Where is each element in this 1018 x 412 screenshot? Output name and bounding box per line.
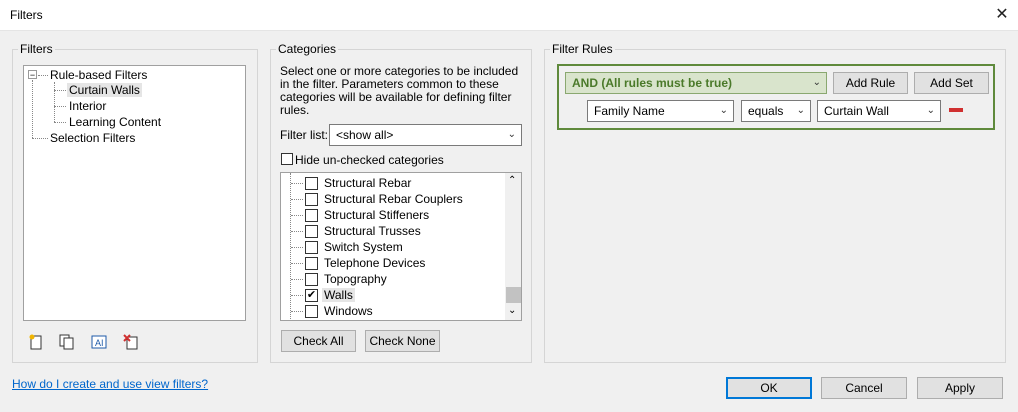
filter-list-select[interactable]: <show all> ⌄ xyxy=(329,124,522,146)
categories-scrollbar[interactable]: ⌃ ⌄ xyxy=(505,173,521,320)
category-item[interactable]: Structural Rebar Couplers xyxy=(281,191,505,207)
add-rule-button[interactable]: Add Rule xyxy=(833,72,908,94)
category-item[interactable]: Topography xyxy=(281,271,505,287)
filter-rules-group-label: Filter Rules xyxy=(550,42,615,56)
category-item[interactable]: ✔ Walls xyxy=(281,287,505,303)
scroll-down-icon[interactable]: ⌄ xyxy=(508,305,516,316)
scroll-up-icon[interactable]: ⌃ xyxy=(508,175,516,186)
rule-value-value: Curtain Wall xyxy=(824,104,889,118)
category-checkbox[interactable] xyxy=(305,257,318,270)
cancel-button[interactable]: Cancel xyxy=(821,377,907,399)
category-label: Telephone Devices xyxy=(324,256,426,270)
tree-item-rule-based-filters[interactable]: Rule-based Filters xyxy=(50,68,147,82)
category-checkbox[interactable] xyxy=(305,177,318,190)
title-bar xyxy=(0,0,1018,31)
categories-group-label: Categories xyxy=(276,42,339,56)
remove-rule-icon[interactable] xyxy=(949,108,963,112)
chevron-down-icon: ⌄ xyxy=(812,77,821,88)
chevron-down-icon: ⌄ xyxy=(719,105,728,116)
operator-select[interactable]: AND (All rules must be true) ⌄ xyxy=(565,72,827,94)
svg-text:AI: AI xyxy=(95,338,104,348)
hide-unchecked-checkbox[interactable] xyxy=(281,153,293,165)
tree-item-curtain-walls[interactable]: Curtain Walls xyxy=(67,83,142,97)
filter-list-value: <show all> xyxy=(336,128,394,142)
tree-item-interior[interactable]: Interior xyxy=(69,99,106,113)
chevron-down-icon: ⌄ xyxy=(926,105,935,116)
category-checkbox[interactable] xyxy=(305,209,318,222)
close-icon[interactable]: ✕ xyxy=(990,4,1014,26)
category-label: Structural Rebar xyxy=(324,176,412,190)
category-item[interactable]: Windows xyxy=(281,303,505,319)
category-label: Structural Rebar Couplers xyxy=(324,192,463,206)
chevron-down-icon: ⌄ xyxy=(796,105,805,116)
tree-expander-icon[interactable]: − xyxy=(28,70,37,80)
operator-value: AND (All rules must be true) xyxy=(572,76,733,90)
category-checkbox[interactable] xyxy=(305,225,318,238)
chevron-down-icon: ⌄ xyxy=(507,129,516,140)
category-label: Topography xyxy=(324,272,387,286)
category-item[interactable]: Telephone Devices xyxy=(281,255,505,271)
ok-button[interactable]: OK xyxy=(726,377,812,399)
category-checkbox[interactable] xyxy=(305,305,318,318)
hide-unchecked-label: Hide un-checked categories xyxy=(295,153,444,167)
categories-description: Select one or more categories to be incl… xyxy=(280,64,519,117)
new-filter-icon[interactable] xyxy=(28,334,44,350)
category-checkbox[interactable] xyxy=(305,241,318,254)
category-checkbox[interactable] xyxy=(305,273,318,286)
delete-filter-icon[interactable] xyxy=(123,334,139,350)
rule-condition-select[interactable]: equals ⌄ xyxy=(741,100,811,122)
category-label: Switch System xyxy=(324,240,403,254)
scroll-thumb[interactable] xyxy=(506,287,521,303)
categories-list[interactable]: Structural Rebar Structural Rebar Coupler… xyxy=(280,172,522,321)
check-none-button[interactable]: Check None xyxy=(365,330,440,352)
category-item[interactable]: Switch System xyxy=(281,239,505,255)
category-item[interactable]: Structural Trusses xyxy=(281,223,505,239)
category-label: Structural Stiffeners xyxy=(324,208,430,222)
category-checkbox[interactable]: ✔ xyxy=(305,289,318,302)
category-label: Walls xyxy=(322,288,355,302)
duplicate-filter-icon[interactable] xyxy=(59,334,75,350)
apply-button[interactable]: Apply xyxy=(917,377,1003,399)
rule-condition-value: equals xyxy=(748,104,784,118)
help-link[interactable]: How do I create and use view filters? xyxy=(12,377,208,391)
rule-value-select[interactable]: Curtain Wall ⌄ xyxy=(817,100,941,122)
filter-list-label: Filter list: xyxy=(280,128,328,142)
tree-item-selection-filters[interactable]: Selection Filters xyxy=(50,131,135,145)
category-label: Structural Trusses xyxy=(324,224,421,238)
rule-parameter-value: Family Name xyxy=(594,104,665,118)
category-item[interactable]: Structural Rebar xyxy=(281,175,505,191)
rename-filter-icon[interactable]: AI xyxy=(91,334,107,350)
filters-group-label: Filters xyxy=(18,42,55,56)
rule-parameter-select[interactable]: Family Name ⌄ xyxy=(587,100,734,122)
filters-tree[interactable]: − Rule-based Filters Curtain Walls Inter… xyxy=(23,65,246,321)
window-title: Filters xyxy=(10,8,43,22)
category-checkbox[interactable] xyxy=(305,193,318,206)
tree-item-learning-content[interactable]: Learning Content xyxy=(69,115,161,129)
category-label: Windows xyxy=(324,304,373,318)
add-set-button[interactable]: Add Set xyxy=(914,72,989,94)
check-all-button[interactable]: Check All xyxy=(281,330,356,352)
category-item[interactable]: Structural Stiffeners xyxy=(281,207,505,223)
